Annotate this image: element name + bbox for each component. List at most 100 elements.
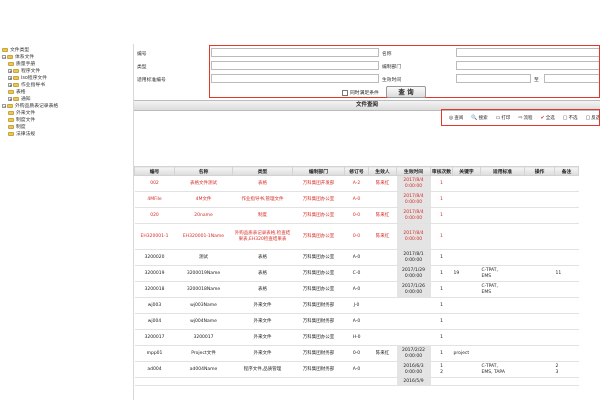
table-cell	[524, 249, 555, 266]
tree-item[interactable]: 表格	[8, 89, 26, 96]
expand-icon[interactable]: +	[8, 68, 12, 73]
column-header[interactable]: 类型	[232, 166, 293, 176]
folder-icon	[8, 61, 14, 66]
tree-item[interactable]: 质量手册	[8, 61, 35, 68]
folder-icon	[8, 124, 14, 129]
table-cell	[480, 191, 525, 208]
file-type-tree: 文件类型 − 体系文件 质量手册 + 程序文件 + iso程序文件 + 作业指导书 表格 + 通知 − 外…	[0, 44, 134, 400]
column-header[interactable]: 生效人	[368, 166, 397, 176]
table-cell	[344, 377, 369, 386]
tree-item[interactable]: − 外购品质表记录表格	[2, 103, 58, 110]
tree-item[interactable]: − 体系文件	[2, 54, 34, 61]
tree-item[interactable]: + 通知	[8, 96, 31, 103]
table-cell: 万科集团办公室	[292, 281, 345, 298]
table-cell: 表格	[232, 265, 293, 282]
table-cell: A-0	[344, 281, 369, 298]
tree-item-label: 制度文件	[16, 118, 36, 123]
table-cell: H-0	[344, 329, 369, 346]
table-cell	[524, 207, 555, 224]
table-row[interactable]: 3200017 3200017 外来文件 万科集团办公室 H-0 1	[134, 329, 579, 346]
table-cell: 陈来红	[368, 345, 397, 362]
table-cell	[368, 297, 397, 314]
expand-icon[interactable]: +	[8, 75, 12, 80]
table-cell: 表格	[232, 281, 293, 298]
table-row[interactable]: 3200019 3200019Name 表格 万科集团办公室 C-0 2017/1/29 …	[134, 265, 579, 282]
tree-item[interactable]: 外来文件	[8, 110, 35, 117]
table-row[interactable]: 002 表格文件测试 表格 万科集团开发部 A-2 陈来红 2017/8/4 0:00:00…	[134, 175, 579, 192]
tree-item[interactable]: + 程序文件	[8, 68, 40, 75]
table-cell: 表格	[232, 175, 293, 192]
table-row[interactable]: mpp01 Project文件 外来文件 万科集团财务部 0-0 陈来红 2017/2/22…	[134, 345, 579, 362]
table-cell	[368, 377, 397, 386]
table-cell	[430, 377, 453, 386]
table-cell	[524, 175, 555, 192]
tree-item[interactable]: 法律法规	[8, 131, 35, 138]
folder-icon	[7, 103, 13, 108]
table-cell	[452, 297, 481, 314]
table-cell: 1	[430, 329, 453, 346]
query-button[interactable]: 查 询	[386, 86, 426, 98]
table-cell	[452, 377, 481, 386]
table-row[interactable]: 3200018 3200018Name 表格 万科集团办公室 A-0 2017/1/26 …	[134, 281, 579, 298]
table-cell: 万科集团财务部	[292, 345, 345, 362]
table-cell: wj004	[134, 313, 175, 330]
table-row[interactable]: EH320001-1 EH320001-1Name 外购品质表记录表格,检查结果表,…	[134, 223, 579, 250]
column-header[interactable]: 审核次数	[430, 166, 453, 176]
table-row[interactable]: wj004 wj004Name 外来文件 万科集团财务部 A-0 1	[134, 313, 579, 330]
table-cell	[480, 377, 525, 386]
collapse-icon[interactable]: −	[2, 54, 6, 59]
table-cell: 1	[430, 207, 453, 224]
column-header[interactable]: 编制部门	[292, 166, 345, 176]
expand-icon[interactable]: +	[8, 96, 12, 101]
table-row[interactable]: 020 20name 制度 万科集团办公室 0-0 陈来红 2017/8/4 0:00:00…	[134, 207, 579, 224]
table-row[interactable]: 3200020 测试 表格 万科集团办公室 A-0 2017/8/1 0:00:00 1	[134, 249, 579, 266]
tree-root[interactable]: 文件类型	[2, 47, 29, 54]
column-header[interactable]: 名称	[174, 166, 233, 176]
table-cell	[524, 265, 555, 282]
table-row[interactable]: wj003 wj003Name 外来文件 万科集团财务部 J-0 1	[134, 297, 579, 314]
table-cell: 表格文件测试	[174, 175, 233, 192]
file-table: 编号 名称 类型 编制部门 修订号 生效人 生效时间 审核次数 关键字 适用标准 操作 备注 002 表…	[134, 166, 579, 386]
column-header[interactable]: 适用标准	[480, 166, 525, 176]
table-cell	[452, 207, 481, 224]
table-cell	[480, 249, 525, 266]
table-cell: 1	[430, 297, 453, 314]
table-cell	[134, 377, 175, 386]
table-row[interactable]: ad004 ad004Name 程序文件,品质管理 万科集团财务部 A-0 2016/6/…	[134, 361, 579, 378]
table-cell: A-0	[344, 249, 369, 266]
column-header[interactable]: 编号	[134, 166, 175, 176]
table-cell	[452, 313, 481, 330]
tree-item[interactable]: 制度	[8, 124, 26, 131]
table-cell: 002	[134, 175, 175, 192]
table-row[interactable]: 4MFile 4M文件 作业指导书,管理文件 万科集团办公室 A-0 2017/8/4 0…	[134, 191, 579, 208]
collapse-icon[interactable]: −	[2, 103, 6, 108]
column-header[interactable]: 备注	[554, 166, 579, 176]
table-cell: 外来文件	[232, 313, 293, 330]
table-cell: 2017/8/4 0:00:00	[396, 207, 431, 224]
table-cell	[452, 249, 481, 266]
tree-item[interactable]: 制度文件	[8, 117, 35, 124]
tree-item[interactable]: + iso程序文件	[8, 75, 47, 82]
condition-checkbox[interactable]: 同时满足条件	[342, 89, 379, 96]
column-header[interactable]: 关键字	[452, 166, 481, 176]
table-cell	[452, 329, 481, 346]
table-cell: 万科集团办公室	[292, 223, 345, 250]
tree-item[interactable]: + 作业指导书	[8, 82, 45, 89]
column-header[interactable]: 修订号	[344, 166, 369, 176]
table-cell	[174, 377, 233, 386]
table-cell: 3200018Name	[174, 281, 233, 298]
main-panel: 编号 类型 适用标准编号 名称 编制部门 生效时间 至 同时满足条件 查 询 文…	[134, 44, 600, 400]
table-cell	[524, 223, 555, 250]
table-row[interactable]: 2016/5/9	[134, 377, 579, 386]
table-cell: 1 2	[430, 361, 453, 378]
table-cell: wj003Name	[174, 297, 233, 314]
table-cell: project	[452, 345, 481, 362]
table-cell: 2017/1/26 0:00:00	[396, 281, 431, 298]
table-cell: 制度	[232, 207, 293, 224]
expand-icon[interactable]: +	[8, 82, 12, 87]
column-header[interactable]: 操作	[524, 166, 555, 176]
column-header[interactable]: 生效时间	[396, 166, 431, 176]
table-cell	[480, 297, 525, 314]
table-cell: EH320001-1	[134, 223, 175, 250]
tree-item-label: 外来文件	[16, 111, 36, 116]
